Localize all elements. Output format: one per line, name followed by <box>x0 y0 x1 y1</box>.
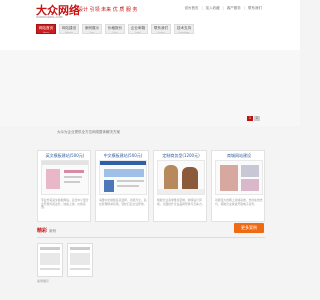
card-image[interactable] <box>99 160 147 195</box>
nav-sub-label: Price <box>112 32 118 34</box>
portfolio-thumb[interactable] <box>37 243 63 277</box>
nav-sub-label: Knowledge <box>178 32 190 34</box>
section-divider <box>37 237 265 238</box>
nav-item-contact[interactable]: 联系我们 Contact <box>151 24 171 34</box>
top-link-separator: | <box>222 6 224 10</box>
hero-banner[interactable] <box>0 50 300 126</box>
slide-button-1[interactable]: 1 <box>247 116 253 121</box>
portfolio-thumb[interactable] <box>67 243 93 277</box>
portfolio-thumbnails <box>37 243 93 277</box>
service-cards: 英文模板建站(500元) 专业外贸英文模板网站，适合中小型企业开展外贸业务，快速… <box>37 150 265 222</box>
nav-label: 案例展示 <box>84 26 100 30</box>
top-link-favorite[interactable]: 加入收藏 <box>206 6 220 11</box>
top-links: 设为首页 | 加入收藏 | 客户服务 | 联系我们 <box>184 6 262 11</box>
service-card-english[interactable]: 英文模板建站(500元) 专业外贸英文模板网站，适合中小型企业开展外贸业务，快速… <box>37 150 91 222</box>
slider-controls: 1 2 <box>246 116 260 121</box>
site-header: 大众网络 设计 引领 未来 优 质 服 务 WWW.DZWL.COM 设为首页 … <box>0 0 300 50</box>
card-description: 海量中文模板任意选择，功能齐全，后台管理简单易用，轻松打造企业形象。 <box>99 198 147 206</box>
service-card-mall[interactable]: 商城网站建设 功能强大的网上商城系统，支持在线支付，帮助企业快速开展电子商务。 <box>211 150 265 222</box>
nav-item-price[interactable]: 价格报价 Price <box>105 24 125 34</box>
nav-label: 价格报价 <box>107 26 123 30</box>
top-link-separator: | <box>243 6 245 10</box>
nav-item-support[interactable]: 技术支持 Knowledge <box>174 24 194 34</box>
card-description: 功能强大的网上商城系统，支持在线支付，帮助企业快速开展电子商务。 <box>215 198 263 206</box>
banner-caption: 大众为企业提供全方位网络整体解决方案 <box>57 130 120 134</box>
nav-item-website[interactable]: 网站建设 Website <box>59 24 79 34</box>
nav-sub-label: Website <box>65 32 73 34</box>
top-link-contact[interactable]: 联系我们 <box>248 6 262 11</box>
nav-sub-label: Contact <box>157 32 165 34</box>
nav-label: 联系我们 <box>153 26 169 30</box>
card-title[interactable]: 中文模板建站(500元) <box>96 153 150 159</box>
logo-domain: WWW.DZWL.COM <box>36 15 63 19</box>
nav-sub-label: Home <box>43 32 49 34</box>
portfolio-title: 精彩 <box>37 228 48 234</box>
card-description: 专业外贸英文模板网站，适合中小型企业开展外贸业务，快速上线，价格实惠。 <box>41 198 89 210</box>
nav-sub-label: Email <box>135 32 141 34</box>
portfolio-title-secondary: 案例 <box>49 229 57 233</box>
top-link-homepage[interactable]: 设为首页 <box>184 6 198 11</box>
logo-slogan: 设计 引领 未来 优 质 服 务 <box>78 7 138 13</box>
nav-label: 技术支持 <box>176 26 192 30</box>
top-link-separator: | <box>201 6 203 10</box>
nav-item-email[interactable]: 企业邮箱 Email <box>128 24 148 34</box>
service-card-custom[interactable]: 定制商务型(1200元) 根据企业需求量身定制，独特设计风格，全面提升企业品牌形… <box>153 150 207 222</box>
card-title[interactable]: 定制商务型(1200元) <box>154 153 208 159</box>
card-image[interactable] <box>215 160 263 195</box>
top-link-service[interactable]: 客户服务 <box>227 6 241 11</box>
slide-button-2[interactable]: 2 <box>254 116 260 121</box>
card-description: 根据企业需求量身定制，独特设计风格，全面提升企业品牌形象与竞争力。 <box>157 198 205 206</box>
portfolio-thumb-caption: 案例展示 <box>37 279 50 283</box>
more-cases-button[interactable]: 更多案例 <box>234 223 264 233</box>
nav-item-home[interactable]: 网站首页 Home <box>36 24 56 34</box>
nav-item-case[interactable]: 案例展示 Case <box>82 24 102 34</box>
nav-label: 网站首页 <box>38 26 54 30</box>
card-image[interactable] <box>41 160 89 195</box>
main-nav: 网站首页 Home 网站建设 Website 案例展示 Case 价格报价 Pr… <box>36 24 194 34</box>
nav-sub-label: Case <box>89 32 95 34</box>
card-title[interactable]: 英文模板建站(500元) <box>38 153 92 159</box>
card-image[interactable] <box>157 160 205 195</box>
nav-label: 企业邮箱 <box>130 26 146 30</box>
card-title[interactable]: 商城网站建设 <box>212 153 266 159</box>
portfolio-heading: 精彩 案例 <box>37 227 56 234</box>
nav-label: 网站建设 <box>61 26 77 30</box>
service-card-chinese[interactable]: 中文模板建站(500元) 海量中文模板任意选择，功能齐全，后台管理简单易用，轻松… <box>95 150 149 222</box>
